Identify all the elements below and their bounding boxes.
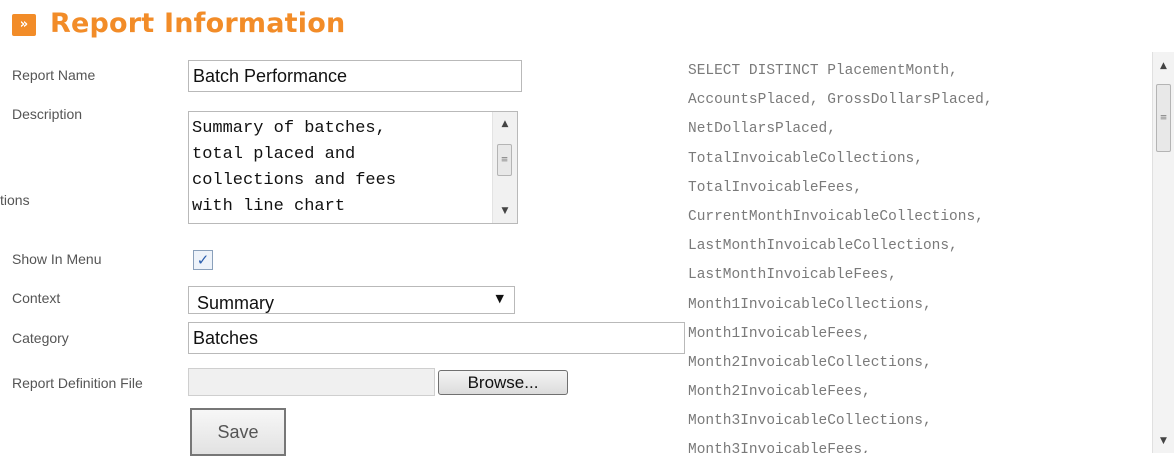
description-text: Summary of batches, total placed and col…	[192, 119, 397, 216]
sql-line: Month3InvoicableFees,	[688, 442, 871, 453]
browse-button[interactable]: Browse...	[438, 370, 568, 395]
checkmark-icon: ✓	[196, 251, 210, 269]
scroll-down-icon[interactable]: ▼	[493, 203, 517, 219]
sql-line: CurrentMonthInvoicableCollections,	[688, 208, 984, 225]
sql-line: AccountsPlaced, GrossDollarsPlaced,	[688, 92, 993, 109]
sql-line: LastMonthInvoicableFees,	[688, 267, 897, 284]
scroll-up-icon[interactable]: ▲	[1153, 58, 1174, 74]
show-in-menu-label: Show In Menu	[12, 251, 102, 267]
scroll-up-icon[interactable]: ▲	[493, 116, 517, 132]
sql-line: Month1InvoicableFees,	[688, 325, 871, 342]
report-definition-file-label: Report Definition File	[12, 375, 143, 391]
scroll-thumb[interactable]: ≡	[1156, 84, 1171, 152]
double-chevron-right-icon: »	[12, 14, 36, 36]
context-label: Context	[12, 290, 61, 306]
category-label: Category	[12, 330, 69, 346]
sql-line: LastMonthInvoicableCollections,	[688, 238, 958, 255]
report-name-label: Report Name	[12, 67, 96, 83]
sql-line: NetDollarsPlaced,	[688, 121, 836, 138]
sql-line: TotalInvoicableFees,	[688, 179, 863, 196]
sql-query-panel: SELECT DISTINCT PlacementMonth, AccountsP…	[678, 52, 1174, 453]
save-button[interactable]: Save	[190, 408, 286, 456]
sql-line: Month2InvoicableFees,	[688, 384, 871, 401]
sql-line: Month2InvoicableCollections,	[688, 354, 932, 371]
context-select[interactable]: Summary ▼	[188, 286, 515, 314]
scroll-down-icon[interactable]: ▼	[1153, 433, 1174, 449]
report-definition-file-input[interactable]	[188, 368, 435, 396]
page-title: Report Information	[50, 8, 346, 39]
show-in-menu-checkbox[interactable]: ✓	[193, 250, 213, 270]
dropdown-arrow-icon: ▼	[495, 292, 504, 305]
sql-line: TotalInvoicableCollections,	[688, 150, 923, 167]
description-scrollbar[interactable]: ▲ ≡ ▼	[492, 112, 517, 223]
context-selected-value: Summary	[197, 293, 275, 313]
scroll-thumb[interactable]: ≡	[497, 144, 512, 176]
report-name-input[interactable]: Batch Performance	[188, 60, 522, 92]
sql-line: SELECT DISTINCT PlacementMonth,	[688, 63, 958, 79]
truncated-label: tions	[0, 192, 30, 208]
category-input[interactable]: Batches	[188, 322, 685, 354]
sql-line: Month3InvoicableCollections,	[688, 413, 932, 430]
description-label: Description	[12, 106, 83, 122]
sql-line: Month1InvoicableCollections,	[688, 296, 932, 313]
sql-panel-scrollbar[interactable]: ▲ ≡ ▼	[1152, 52, 1174, 453]
description-textarea[interactable]: Summary of batches, total placed and col…	[188, 111, 518, 224]
sql-query-text: SELECT DISTINCT PlacementMonth, AccountsP…	[688, 60, 993, 453]
